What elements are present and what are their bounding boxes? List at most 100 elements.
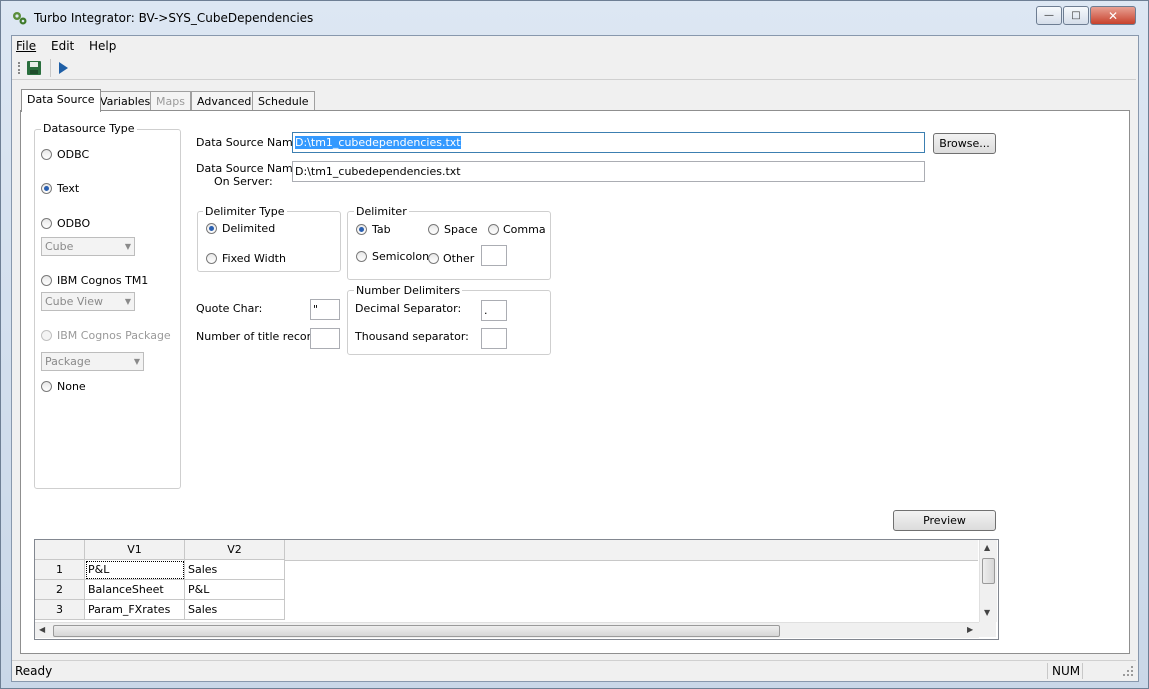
grid-column-header[interactable]: V1 — [85, 540, 185, 560]
status-divider — [1047, 663, 1048, 679]
package-combo: Package ▼ — [41, 352, 144, 371]
tm1-combo-value: Cube View — [45, 295, 104, 308]
minimize-button[interactable]: — — [1036, 6, 1062, 25]
scroll-right-icon[interactable]: ▶ — [967, 625, 973, 634]
quote-char-value: " — [313, 303, 319, 316]
scroll-corner — [979, 622, 996, 637]
radio-semicolon-label: Semicolon — [372, 250, 430, 263]
quote-char-input[interactable]: " — [310, 299, 340, 320]
run-icon[interactable] — [57, 61, 69, 75]
status-divider — [1082, 663, 1083, 679]
scroll-up-icon[interactable]: ▲ — [984, 543, 990, 552]
server-name-input[interactable]: D:\tm1_cubedependencies.txt — [292, 161, 925, 182]
save-icon[interactable] — [26, 60, 42, 76]
menu-edit-label: Edit — [51, 39, 75, 53]
radio-tm1[interactable] — [41, 275, 52, 286]
menu-edit[interactable]: Edit — [47, 36, 78, 56]
grid-cell[interactable]: P&L — [85, 560, 185, 580]
preview-grid: V1 V2 1 P&L Sales 2 BalanceSheet P&L 3 P… — [34, 539, 999, 640]
delimiter-group — [347, 211, 551, 280]
menu-file[interactable]: File — [12, 36, 40, 56]
odbo-combo: Cube ▼ — [41, 237, 135, 256]
radio-semicolon[interactable] — [356, 251, 367, 262]
delimiter-legend: Delimiter — [354, 205, 409, 218]
chevron-down-icon: ▼ — [124, 242, 131, 251]
thousand-separator-label: Thousand separator: — [355, 330, 469, 343]
menu-help[interactable]: Help — [85, 36, 120, 56]
close-button[interactable]: ✕ — [1090, 6, 1136, 25]
resize-grip-icon[interactable] — [1122, 665, 1134, 677]
radio-space[interactable] — [428, 224, 439, 235]
server-name-label-line1: Data Source Name — [196, 162, 300, 175]
radio-fixed-width-label: Fixed Width — [222, 252, 286, 265]
menu-file-label: File — [16, 39, 37, 53]
scroll-left-icon[interactable]: ◀ — [39, 625, 45, 634]
vertical-scroll-thumb[interactable] — [982, 558, 995, 584]
chevron-down-icon: ▼ — [124, 297, 131, 306]
grid-cell[interactable]: Param_FXrates — [85, 600, 185, 620]
radio-fixed-width[interactable] — [206, 253, 217, 264]
data-source-name-input[interactable]: D:\tm1_cubedependencies.txt — [292, 132, 925, 153]
data-source-name-label: Data Source Name: — [196, 136, 304, 149]
horizontal-scroll-thumb[interactable] — [53, 625, 780, 637]
horizontal-scrollbar[interactable]: ◀ ▶ — [35, 622, 979, 638]
tab-schedule[interactable]: Schedule — [252, 91, 315, 111]
grid-cell[interactable]: Sales — [185, 560, 285, 580]
grid-cell[interactable]: BalanceSheet — [85, 580, 185, 600]
radio-text-label: Text — [57, 182, 80, 195]
grid-cell[interactable]: Sales — [185, 600, 285, 620]
decimal-separator-label: Decimal Separator: — [355, 302, 462, 315]
radio-text[interactable] — [41, 183, 52, 194]
datasource-type-legend: Datasource Type — [41, 122, 137, 135]
scroll-down-icon[interactable]: ▼ — [984, 608, 990, 617]
radio-odbo[interactable] — [41, 218, 52, 229]
grid-row-header: 3 — [35, 600, 85, 620]
maximize-button[interactable]: □ — [1063, 6, 1089, 25]
radio-odbc[interactable] — [41, 149, 52, 160]
browse-button[interactable]: Browse... — [933, 133, 996, 154]
grid-row-header: 2 — [35, 580, 85, 600]
radio-delimited[interactable] — [206, 223, 217, 234]
close-icon: ✕ — [1107, 8, 1119, 23]
radio-tm1-label: IBM Cognos TM1 — [57, 274, 149, 287]
menu-help-label: Help — [89, 39, 117, 53]
thousand-separator-input[interactable] — [481, 328, 507, 349]
tab-variables[interactable]: Variables — [94, 91, 157, 111]
radio-package-label: IBM Cognos Package — [57, 329, 171, 342]
title-records-input[interactable] — [310, 328, 340, 349]
other-delimiter-input[interactable] — [481, 245, 507, 266]
radio-delimited-label: Delimited — [222, 222, 276, 235]
quote-char-label: Quote Char: — [196, 302, 263, 315]
number-delimiters-legend: Number Delimiters — [354, 284, 463, 297]
radio-space-label: Space — [444, 223, 478, 236]
preview-button[interactable]: Preview — [893, 510, 996, 531]
minimize-icon: — — [1044, 10, 1054, 21]
odbo-combo-value: Cube — [45, 240, 74, 253]
decimal-separator-value: . — [484, 304, 488, 317]
toolbar-grip — [18, 62, 22, 74]
server-name-value: D:\tm1_cubedependencies.txt — [295, 165, 461, 178]
package-combo-value: Package — [45, 355, 91, 368]
tab-data-source[interactable]: Data Source — [21, 89, 101, 112]
radio-none[interactable] — [41, 381, 52, 392]
radio-comma-label: Comma — [503, 223, 546, 236]
radio-comma[interactable] — [488, 224, 499, 235]
tab-advanced[interactable]: Advanced — [191, 91, 258, 111]
title-bar: Turbo Integrator: BV->SYS_CubeDependenci… — [0, 0, 1149, 34]
grid-column-header[interactable]: V2 — [185, 540, 285, 560]
grid-cell[interactable]: P&L — [185, 580, 285, 600]
server-name-label-line2: On Server: — [214, 175, 273, 188]
data-source-name-value: D:\tm1_cubedependencies.txt — [295, 136, 461, 149]
delimiter-type-legend: Delimiter Type — [203, 205, 287, 218]
vertical-scrollbar[interactable]: ▲ ▼ — [979, 540, 997, 622]
gears-icon — [12, 10, 28, 26]
title-records-label: Number of title records: — [196, 330, 328, 343]
radio-none-label: None — [57, 380, 86, 393]
radio-other[interactable] — [428, 253, 439, 264]
radio-tab[interactable] — [356, 224, 367, 235]
maximize-icon: □ — [1071, 10, 1081, 21]
toolbar — [12, 57, 1136, 80]
radio-tab-label: Tab — [372, 223, 391, 236]
decimal-separator-input[interactable]: . — [481, 300, 507, 321]
radio-package — [41, 330, 52, 341]
